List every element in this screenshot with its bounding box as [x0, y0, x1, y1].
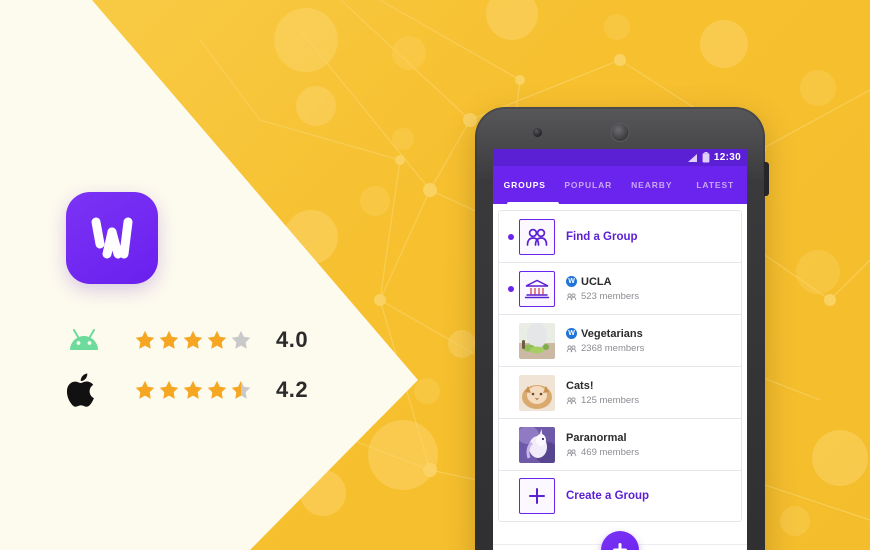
plus-icon — [519, 478, 555, 514]
promo-banner: 4.0 4.2 12:30 GROUPS POPULAR NEARBY LATE… — [0, 0, 870, 550]
battery-icon — [702, 152, 710, 163]
group-members-row: 2368 members — [566, 343, 644, 355]
list-item[interactable]: W Vegetarians 2368 members — [498, 314, 742, 366]
rating-row-ios: 4.2 — [56, 365, 308, 415]
status-bar: 12:30 — [493, 149, 747, 166]
members-icon — [566, 292, 577, 300]
verified-badge-icon: W — [566, 328, 577, 339]
star-full-icon — [159, 330, 179, 349]
star-empty-icon — [231, 330, 251, 349]
groups-list[interactable]: Find a Group W UCLA 523 members W Vegeta… — [493, 204, 747, 550]
people-group-icon — [519, 218, 555, 255]
android-icon — [56, 328, 112, 352]
phone-mockup: 12:30 GROUPS POPULAR NEARBY LATEST Find … — [475, 107, 769, 550]
group-title-row: W UCLA — [566, 275, 639, 289]
tab-groups[interactable]: GROUPS — [493, 180, 557, 190]
list-item[interactable]: Cats! 125 members — [498, 366, 742, 418]
list-item[interactable]: Paranormal 469 members — [498, 418, 742, 470]
tab-active-indicator — [507, 202, 559, 206]
list-item[interactable]: W UCLA 523 members — [498, 262, 742, 314]
group-title: Cats! — [566, 379, 594, 392]
group-title-row: W Vegetarians — [566, 327, 644, 341]
group-title: Find a Group — [566, 230, 638, 243]
star-full-icon — [207, 380, 227, 399]
group-title-row: Paranormal — [566, 431, 639, 445]
group-title: Paranormal — [566, 431, 627, 444]
unread-dot-wrap — [503, 285, 519, 292]
rating-score-android: 4.0 — [276, 327, 309, 352]
bank-building-icon — [519, 270, 555, 307]
whisper-w-glyph — [91, 217, 133, 259]
plus-icon — [613, 543, 627, 550]
tab-nearby[interactable]: NEARBY — [620, 180, 684, 190]
unread-dot — [508, 285, 514, 292]
earpiece-icon — [610, 123, 630, 142]
unread-dot-wrap — [503, 233, 519, 240]
verified-badge-icon: W — [566, 276, 577, 287]
star-full-icon — [135, 380, 155, 399]
stars-ios — [134, 379, 252, 401]
star-full-icon — [207, 330, 227, 349]
status-time: 12:30 — [713, 152, 741, 163]
members-icon — [566, 448, 577, 456]
list-item-text: Find a Group — [566, 230, 638, 244]
unread-dot — [508, 233, 514, 240]
group-members: 469 members — [581, 446, 640, 458]
rating-score-ios: 4.2 — [276, 377, 309, 402]
group-members: 125 members — [581, 394, 640, 406]
list-item[interactable]: Find a Group — [498, 210, 742, 262]
star-full-icon — [159, 380, 179, 399]
front-camera-icon — [533, 128, 542, 137]
signal-bars-icon — [687, 153, 697, 162]
group-members: 2368 members — [581, 342, 645, 354]
members-icon — [566, 396, 577, 404]
rating-row-android: 4.0 — [56, 315, 308, 365]
list-item-text: W Vegetarians 2368 members — [566, 327, 644, 355]
power-button[interactable] — [764, 162, 769, 196]
list-item-text: Create a Group — [566, 489, 649, 503]
star-full-icon — [183, 380, 203, 399]
group-members: 523 members — [581, 290, 640, 302]
group-members-row: 523 members — [566, 291, 639, 303]
star-full-icon — [135, 330, 155, 349]
list-item-text: W UCLA 523 members — [566, 275, 639, 303]
group-members-row: 125 members — [566, 395, 639, 407]
phone-screen: 12:30 GROUPS POPULAR NEARBY LATEST Find … — [493, 149, 747, 550]
group-members-row: 469 members — [566, 447, 639, 459]
star-half-icon — [231, 380, 251, 399]
group-title: Vegetarians — [581, 327, 643, 340]
group-title: UCLA — [581, 275, 612, 288]
group-title: Create a Group — [566, 490, 650, 502]
members-icon — [566, 344, 577, 352]
tab-bar: GROUPS POPULAR NEARBY LATEST — [493, 166, 748, 206]
unicorn-photo — [519, 426, 555, 463]
tab-latest[interactable]: LATEST — [684, 180, 748, 190]
apple-icon — [56, 370, 112, 410]
list-item-text: Paranormal 469 members — [566, 431, 639, 459]
app-logo — [66, 192, 158, 284]
stars-android — [134, 329, 252, 351]
star-full-icon — [183, 330, 203, 349]
group-title-row: Cats! — [566, 379, 639, 393]
list-item-text: Cats! 125 members — [566, 379, 639, 407]
tab-popular[interactable]: POPULAR — [557, 180, 621, 190]
ratings-block: 4.0 4.2 — [56, 315, 308, 415]
vegetables-photo — [519, 322, 555, 359]
list-item[interactable]: Create a Group — [498, 470, 742, 522]
cat-photo — [519, 374, 555, 411]
